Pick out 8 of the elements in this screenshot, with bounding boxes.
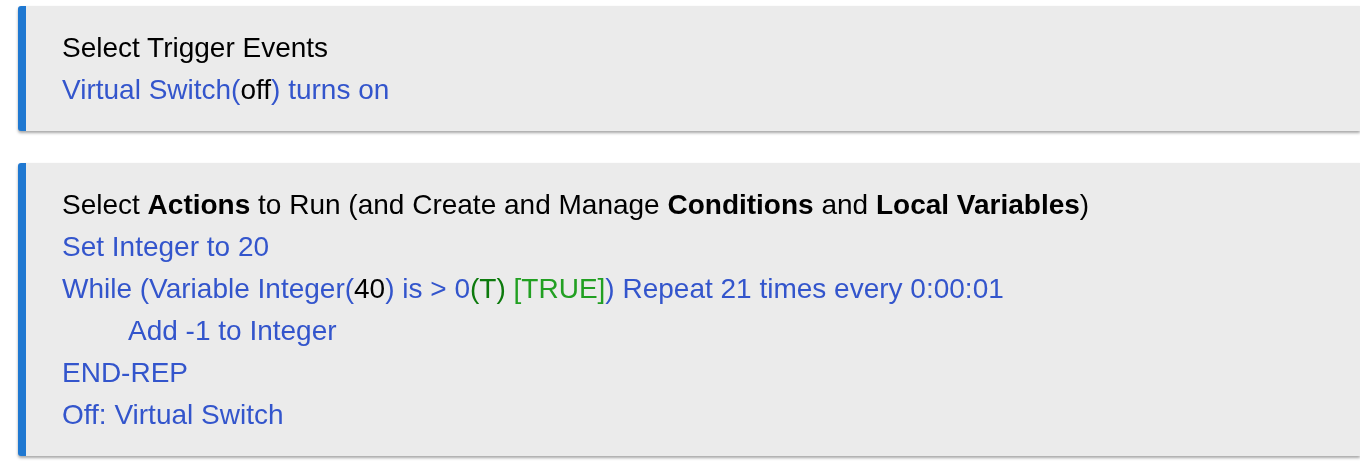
rule-line[interactable]: Off: Virtual Switch — [62, 394, 284, 436]
section-title[interactable]: Select Trigger Events — [62, 27, 329, 69]
section-title[interactable]: Select Actions to Run (and Create and Manage Conditions and Local Variables) — [62, 184, 1090, 226]
rule-line[interactable]: END-REP — [62, 352, 188, 394]
rule-line[interactable]: Virtual Switch(off) turns on — [62, 69, 390, 111]
rule-line[interactable]: Set Integer to 20 — [62, 226, 270, 268]
rule-line[interactable]: Add -1 to Integer — [62, 310, 337, 352]
rule-line[interactable]: While (Variable Integer(40) is > 0(T) [TRUE]) Repeat 21 times every 0:00:01 — [62, 268, 1004, 310]
